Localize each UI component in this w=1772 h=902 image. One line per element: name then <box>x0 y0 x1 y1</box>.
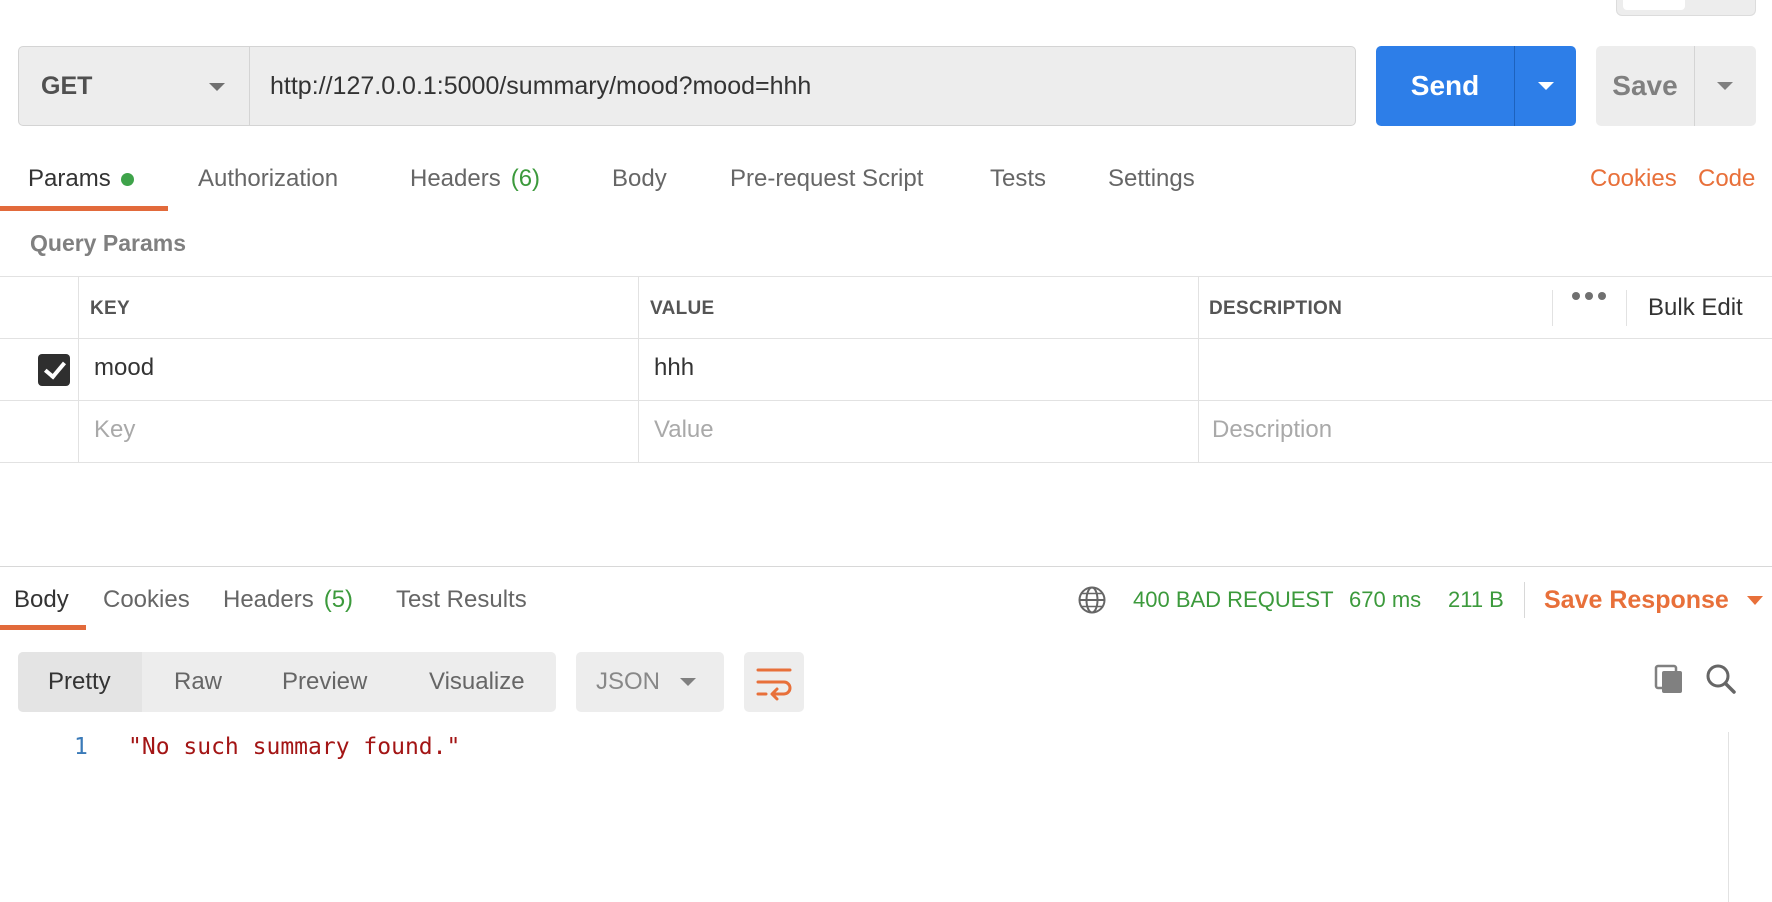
more-horizontal-icon[interactable] <box>1572 292 1606 300</box>
more-dot <box>1585 292 1593 300</box>
wrap-lines-button[interactable] <box>744 652 804 712</box>
response-tabs: Body Cookies Headers (5) Test Results <box>0 570 1772 630</box>
response-tab-cookies-label: Cookies <box>103 586 190 613</box>
view-toggle[interactable] <box>1616 0 1756 16</box>
response-tab-cookies[interactable]: Cookies <box>103 570 190 630</box>
more-dot <box>1572 292 1580 300</box>
response-size[interactable]: 211 B <box>1448 570 1504 630</box>
tab-prerequest-label: Pre-request Script <box>730 165 924 192</box>
language-value: JSON <box>596 668 661 695</box>
tab-authorization-label: Authorization <box>198 165 339 192</box>
format-pretty[interactable]: Pretty <box>48 652 111 712</box>
status-code[interactable]: 400 BAD REQUEST <box>1133 570 1334 630</box>
response-tab-body-label: Body <box>14 586 69 613</box>
param-enabled-checkbox[interactable] <box>38 354 70 386</box>
new-description-input[interactable]: Description <box>1212 416 1332 444</box>
method-select[interactable]: GET <box>18 46 250 126</box>
response-tab-test-results[interactable]: Test Results <box>396 570 527 630</box>
search-icon[interactable] <box>1704 662 1738 696</box>
active-tab-indicator <box>0 206 168 211</box>
format-raw[interactable]: Raw <box>174 652 222 712</box>
tab-body[interactable]: Body <box>612 148 667 210</box>
tab-settings[interactable]: Settings <box>1108 148 1195 210</box>
save-response-label: Save Response <box>1544 585 1729 614</box>
response-tab-test-results-label: Test Results <box>396 586 527 613</box>
send-button-label: Send <box>1410 70 1480 101</box>
col-divider-desc <box>1552 290 1553 326</box>
tab-params-label: Params <box>28 165 111 192</box>
query-params-title: Query Params <box>30 230 186 256</box>
tab-authorization[interactable]: Authorization <box>198 148 338 210</box>
column-header-value: VALUE <box>650 298 715 319</box>
response-tab-headers[interactable]: Headers (5) <box>223 570 353 630</box>
tab-tests[interactable]: Tests <box>990 148 1046 210</box>
url-value: http://127.0.0.1:5000/summary/mood?mood=… <box>270 71 812 100</box>
save-options-button[interactable] <box>1695 46 1756 126</box>
code-link-label: Code <box>1698 165 1756 192</box>
chevron-down-icon <box>1717 82 1733 90</box>
cookies-link[interactable]: Cookies <box>1590 148 1677 210</box>
bulk-edit-link[interactable]: Bulk Edit <box>1648 294 1743 322</box>
tab-headers-label: Headers <box>410 165 501 192</box>
editor-scrollbar[interactable] <box>1728 732 1772 902</box>
chevron-down-icon <box>1746 595 1763 605</box>
wrap-lines-icon <box>756 668 792 701</box>
chevron-down-icon <box>209 83 225 91</box>
tab-prerequest-script[interactable]: Pre-request Script <box>730 148 923 210</box>
tab-headers-count: (6) <box>510 165 541 192</box>
response-body-text[interactable]: "No such summary found." <box>128 734 460 760</box>
col-divider-check <box>78 276 79 462</box>
send-button[interactable]: Send <box>1376 46 1576 126</box>
line-number: 1 <box>74 734 88 760</box>
url-input[interactable]: http://127.0.0.1:5000/summary/mood?mood=… <box>249 46 1356 126</box>
method-value: GET <box>41 71 93 100</box>
tab-params[interactable]: Params <box>28 148 134 210</box>
column-header-description: DESCRIPTION <box>1209 298 1343 319</box>
format-preview[interactable]: Preview <box>282 652 367 712</box>
table-row-border <box>0 400 1772 401</box>
format-visualize[interactable]: Visualize <box>429 652 525 712</box>
new-key-input[interactable]: Key <box>94 416 135 444</box>
param-description-input[interactable] <box>1212 354 1752 388</box>
col-divider-more <box>1626 290 1627 326</box>
params-active-dot <box>120 172 134 186</box>
col-divider-key <box>638 276 639 462</box>
param-key-input[interactable]: mood <box>94 354 154 382</box>
response-tab-headers-label: Headers <box>223 586 314 613</box>
response-time[interactable]: 670 ms <box>1349 570 1421 630</box>
column-header-key: KEY <box>90 298 130 319</box>
more-dot <box>1598 292 1606 300</box>
language-select[interactable]: JSON <box>576 652 724 712</box>
response-divider[interactable] <box>0 566 1772 567</box>
response-tab-body[interactable]: Body <box>14 570 69 630</box>
view-toggle-knob <box>1623 0 1685 10</box>
response-headers-count: (5) <box>323 586 354 613</box>
table-border-bottom <box>0 462 1772 463</box>
request-tabs: Params Authorization Headers (6) Body Pr… <box>0 148 1772 210</box>
table-border-top <box>0 276 1772 277</box>
active-response-tab-indicator <box>0 625 86 630</box>
globe-icon[interactable] <box>1077 585 1107 615</box>
save-button-label: Save <box>1612 70 1678 101</box>
tab-tests-label: Tests <box>990 165 1047 192</box>
cookies-link-label: Cookies <box>1590 165 1677 192</box>
save-response-button[interactable]: Save Response <box>1544 570 1763 630</box>
copy-icon[interactable] <box>1652 662 1686 696</box>
format-toggle-group: Pretty Raw Preview Visualize <box>18 652 556 712</box>
tab-settings-label: Settings <box>1108 165 1195 192</box>
table-header-border <box>0 338 1772 339</box>
tab-body-label: Body <box>612 165 667 192</box>
col-divider-value <box>1198 276 1199 462</box>
status-separator <box>1524 582 1525 618</box>
new-value-input[interactable]: Value <box>654 416 714 444</box>
save-button[interactable]: Save <box>1596 46 1756 126</box>
param-value-input[interactable]: hhh <box>654 354 694 382</box>
send-options-button[interactable] <box>1515 46 1576 126</box>
chevron-down-icon <box>1538 82 1554 90</box>
tab-headers[interactable]: Headers (6) <box>410 148 540 210</box>
code-link[interactable]: Code <box>1698 148 1755 210</box>
chevron-down-icon <box>680 678 696 686</box>
